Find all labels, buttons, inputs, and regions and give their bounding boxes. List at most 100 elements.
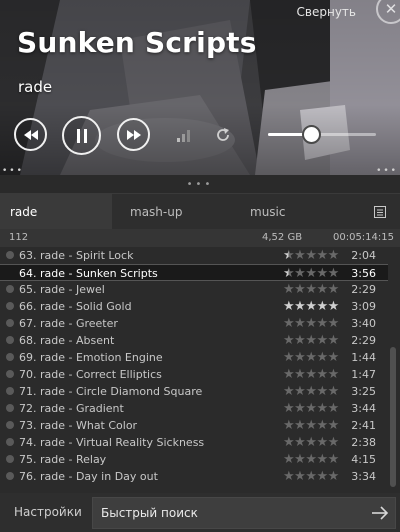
star-icon[interactable]: ★ <box>316 248 328 263</box>
star-icon[interactable]: ★ <box>328 316 340 331</box>
rating-stars[interactable]: ★★★★★ <box>283 333 339 348</box>
star-icon[interactable]: ★ <box>305 316 317 331</box>
star-icon[interactable]: ★ <box>294 299 306 314</box>
star-icon[interactable]: ★ <box>294 367 306 382</box>
star-icon[interactable]: ★ <box>316 266 328 281</box>
star-icon[interactable]: ★ <box>328 266 340 281</box>
star-icon[interactable]: ★ <box>316 384 328 399</box>
star-icon[interactable]: ★ <box>305 435 317 450</box>
star-icon[interactable]: ★ <box>316 299 328 314</box>
star-icon[interactable]: ★ <box>328 333 340 348</box>
star-icon[interactable]: ★ <box>305 469 317 484</box>
list-item[interactable]: 76. rade - Day in Day out ★★★★★ 3:34 <box>0 468 388 485</box>
list-item[interactable]: 70. rade - Correct Elliptics ★★★★★ 1:47 <box>0 366 388 383</box>
rating-stars[interactable]: ★★★★★ <box>283 248 339 263</box>
volume-slider[interactable] <box>268 125 376 144</box>
star-icon[interactable]: ★ <box>305 384 317 399</box>
rating-stars[interactable]: ★★★★★ <box>283 299 339 314</box>
list-item[interactable]: 65. rade - Jewel ★★★★★ 2:29 <box>0 281 388 298</box>
star-icon[interactable]: ★ <box>283 333 295 348</box>
star-icon[interactable]: ★ <box>283 266 295 281</box>
list-item[interactable]: 72. rade - Gradient ★★★★★ 3:44 <box>0 400 388 417</box>
star-icon[interactable]: ★ <box>328 367 340 382</box>
star-icon[interactable]: ★ <box>328 299 340 314</box>
star-icon[interactable]: ★ <box>305 350 317 365</box>
list-item[interactable]: 74. rade - Virtual Reality Sickness ★★★★★… <box>0 434 388 451</box>
signal-bars-icon[interactable] <box>176 128 190 142</box>
rating-stars[interactable]: ★★★★★ <box>283 350 339 365</box>
star-icon[interactable]: ★ <box>305 401 317 416</box>
star-icon[interactable]: ★ <box>328 384 340 399</box>
list-item[interactable]: 68. rade - Absent ★★★★★ 2:29 <box>0 332 388 349</box>
list-item[interactable]: 75. rade - Relay ★★★★★ 4:15 <box>0 451 388 468</box>
star-icon[interactable]: ★ <box>294 469 306 484</box>
star-icon[interactable]: ★ <box>294 452 306 467</box>
settings-button[interactable]: Настройки <box>0 493 92 532</box>
star-icon[interactable]: ★ <box>283 418 295 433</box>
star-icon[interactable]: ★ <box>316 401 328 416</box>
star-icon[interactable]: ★ <box>328 248 340 263</box>
star-icon[interactable]: ★ <box>305 299 317 314</box>
tab-rade[interactable]: rade <box>0 194 112 230</box>
star-icon[interactable]: ★ <box>283 316 295 331</box>
rating-stars[interactable]: ★★★★★ <box>283 384 339 399</box>
star-icon[interactable]: ★ <box>316 469 328 484</box>
rating-stars[interactable]: ★★★★★ <box>283 469 339 484</box>
star-icon[interactable]: ★ <box>294 401 306 416</box>
star-icon[interactable]: ★ <box>294 435 306 450</box>
star-icon[interactable]: ★ <box>294 384 306 399</box>
tab-music[interactable]: music <box>250 194 285 230</box>
star-icon[interactable]: ★ <box>283 299 295 314</box>
star-icon[interactable]: ★ <box>294 350 306 365</box>
rating-stars[interactable]: ★★★★★ <box>283 266 339 281</box>
panel-splitter[interactable]: ••• <box>0 175 400 193</box>
star-icon[interactable]: ★ <box>316 333 328 348</box>
star-icon[interactable]: ★ <box>283 367 295 382</box>
star-icon[interactable]: ★ <box>305 333 317 348</box>
star-icon[interactable]: ★ <box>283 401 295 416</box>
list-item[interactable]: 73. rade - What Color ★★★★★ 2:41 <box>0 417 388 434</box>
star-icon[interactable]: ★ <box>294 266 306 281</box>
star-icon[interactable]: ★ <box>328 282 340 297</box>
star-icon[interactable]: ★ <box>328 435 340 450</box>
rating-stars[interactable]: ★★★★★ <box>283 367 339 382</box>
list-item[interactable]: 71. rade - Circle Diamond Square ★★★★★ 3:2… <box>0 383 388 400</box>
previous-track-button[interactable] <box>14 118 47 151</box>
star-icon[interactable]: ★ <box>283 452 295 467</box>
list-item[interactable]: 64. rade - Sunken Scripts ★★★★★ 3:56 <box>0 264 388 281</box>
star-icon[interactable]: ★ <box>316 350 328 365</box>
star-icon[interactable]: ★ <box>294 248 306 263</box>
star-icon[interactable]: ★ <box>316 435 328 450</box>
star-icon[interactable]: ★ <box>316 367 328 382</box>
star-icon[interactable]: ★ <box>316 418 328 433</box>
search-input[interactable] <box>93 498 363 528</box>
star-icon[interactable]: ★ <box>316 316 328 331</box>
list-item[interactable]: 67. rade - Greeter ★★★★★ 3:40 <box>0 315 388 332</box>
star-icon[interactable]: ★ <box>328 350 340 365</box>
repeat-icon[interactable] <box>214 126 232 144</box>
tab-mash-up[interactable]: mash-up <box>130 194 182 230</box>
pause-button[interactable] <box>62 116 101 155</box>
rating-stars[interactable]: ★★★★★ <box>283 452 339 467</box>
star-icon[interactable]: ★ <box>316 282 328 297</box>
star-icon[interactable]: ★ <box>305 248 317 263</box>
playlist-menu-icon[interactable] <box>374 206 386 218</box>
star-icon[interactable]: ★ <box>328 418 340 433</box>
star-icon[interactable]: ★ <box>294 418 306 433</box>
collapse-link[interactable]: Свернуть <box>297 5 356 19</box>
star-icon[interactable]: ★ <box>283 350 295 365</box>
list-item[interactable]: 69. rade - Emotion Engine ★★★★★ 1:44 <box>0 349 388 366</box>
star-icon[interactable]: ★ <box>283 435 295 450</box>
scrollbar-thumb[interactable] <box>390 347 396 487</box>
star-icon[interactable]: ★ <box>305 367 317 382</box>
scrollbar[interactable] <box>388 247 400 490</box>
next-track-button[interactable] <box>117 118 150 151</box>
rating-stars[interactable]: ★★★★★ <box>283 282 339 297</box>
rating-stars[interactable]: ★★★★★ <box>283 401 339 416</box>
star-icon[interactable]: ★ <box>283 384 295 399</box>
star-icon[interactable]: ★ <box>328 469 340 484</box>
rating-stars[interactable]: ★★★★★ <box>283 418 339 433</box>
star-icon[interactable]: ★ <box>283 282 295 297</box>
arrow-right-icon[interactable] <box>371 505 389 521</box>
star-icon[interactable]: ★ <box>328 452 340 467</box>
